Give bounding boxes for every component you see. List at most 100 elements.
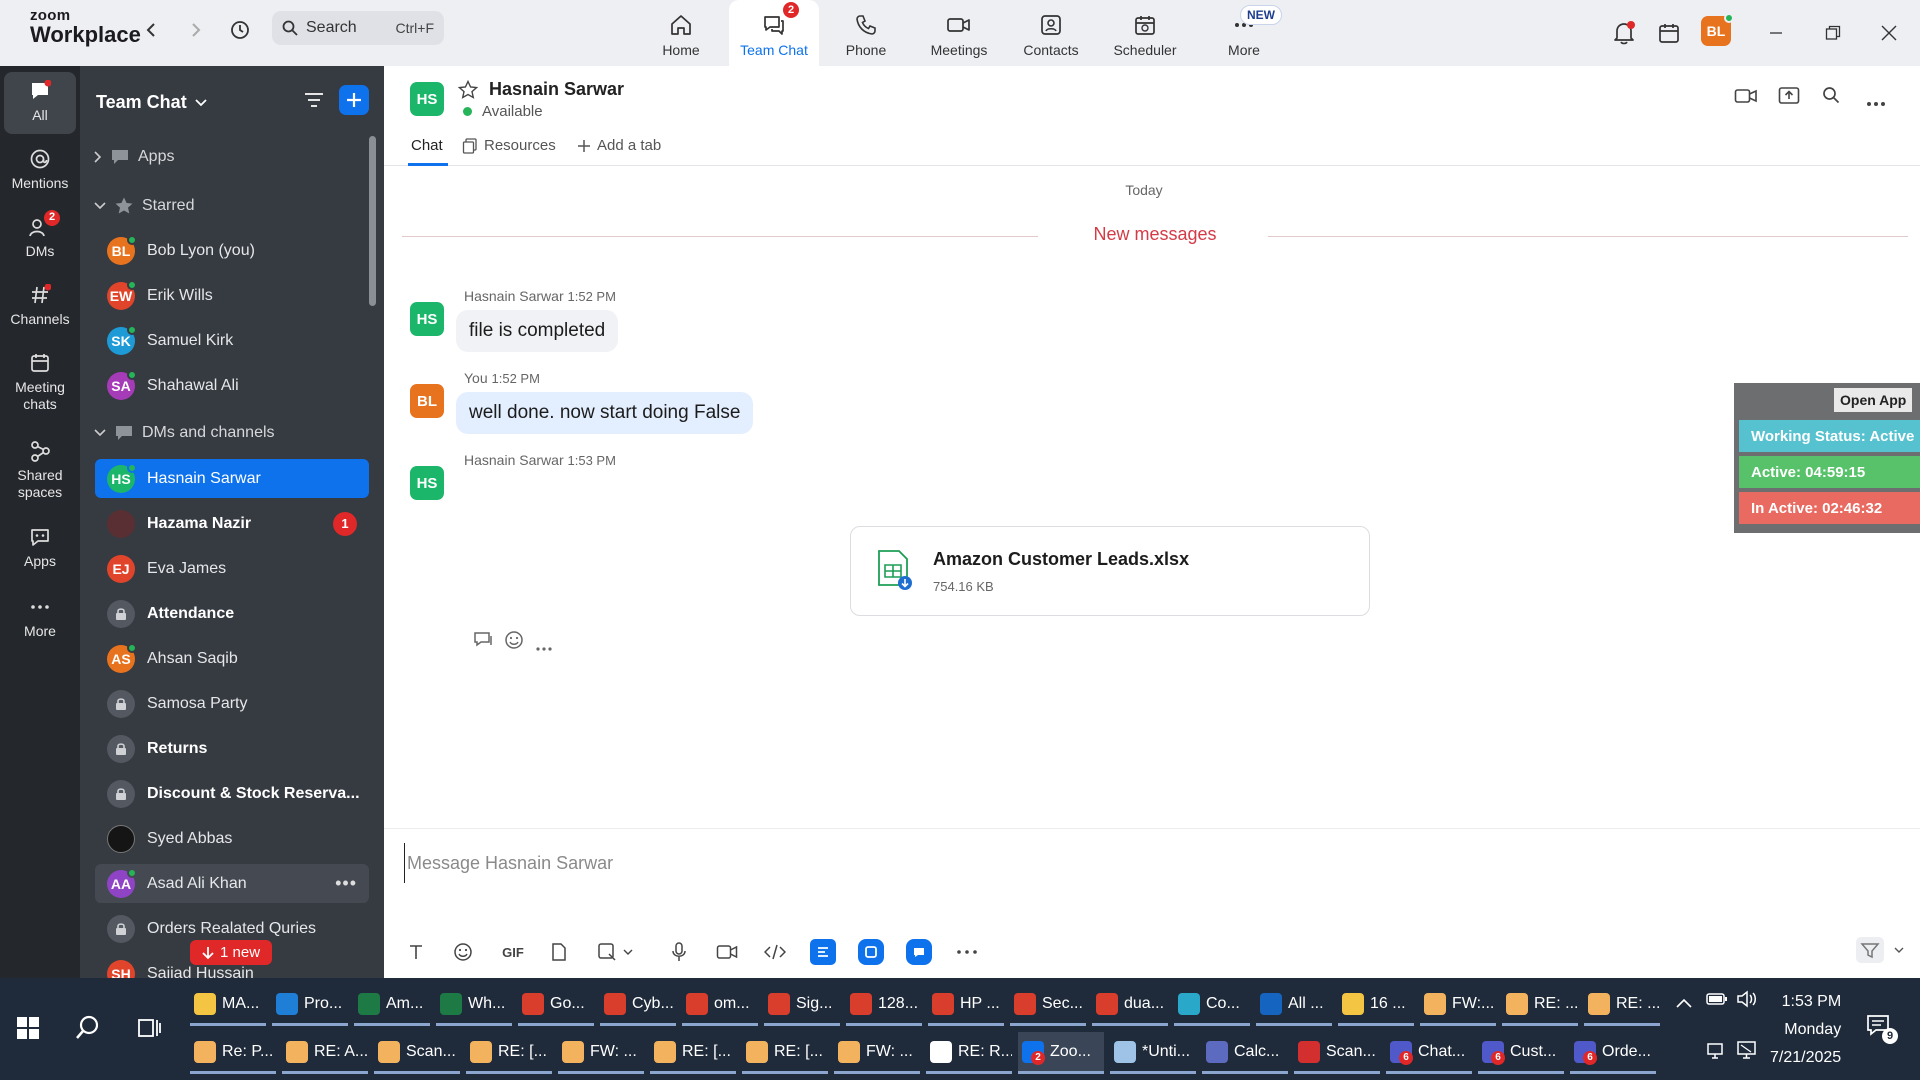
section-apps[interactable]: Apps <box>94 148 174 166</box>
video-message-icon[interactable] <box>714 939 740 965</box>
peer-avatar[interactable]: HS <box>410 82 444 116</box>
dm-item[interactable]: EJ Eva James <box>95 549 369 588</box>
screenshot-icon[interactable] <box>594 939 620 965</box>
peer-name[interactable]: Hasnain Sarwar <box>489 79 624 100</box>
taskbar-app-button[interactable]: RE: ... <box>1502 984 1578 1026</box>
app-integration-icon[interactable] <box>906 939 932 965</box>
taskbar-app-button[interactable]: 16 ... <box>1338 984 1414 1026</box>
taskbar-app-button[interactable]: Scan... <box>1294 1032 1380 1074</box>
calendar-icon[interactable] <box>1652 16 1686 50</box>
share-screen-icon[interactable] <box>1778 86 1800 111</box>
dm-item[interactable]: AA Asad Ali Khan ••• <box>95 864 369 903</box>
starred-item[interactable]: SA Shahawal Ali <box>95 366 369 405</box>
notification-center-icon[interactable]: 9 <box>1866 1014 1898 1044</box>
taskbar-app-button[interactable]: RE: R... <box>926 1032 1012 1074</box>
channel-item[interactable]: Samosa Party <box>95 684 369 723</box>
chevron-down-icon[interactable] <box>620 939 636 965</box>
system-clock[interactable]: 1:53 PM Monday 7/21/2025 <box>1770 988 1841 1072</box>
search-icon[interactable] <box>1822 86 1840 109</box>
taskbar-app-button[interactable]: 6 Cust... <box>1478 1032 1564 1074</box>
file-name[interactable]: Amazon Customer Leads.xlsx <box>933 549 1189 570</box>
channel-item[interactable]: Returns <box>95 729 369 768</box>
dm-item-hasnain-sarwar[interactable]: HS Hasnain Sarwar <box>95 459 369 498</box>
emoji-reaction-icon[interactable] <box>504 630 524 655</box>
tab-chat[interactable]: Chat <box>411 137 443 154</box>
taskbar-app-button[interactable]: RE: ... <box>1584 984 1660 1026</box>
taskbar-app-button[interactable]: Scan... <box>374 1032 460 1074</box>
taskbar-app-button[interactable]: RE: [... <box>466 1032 552 1074</box>
search-box[interactable]: Search Ctrl+F <box>272 11 444 45</box>
back-arrow-icon[interactable] <box>139 18 163 42</box>
display-icon[interactable] <box>1736 1040 1758 1065</box>
item-more-icon[interactable]: ••• <box>335 873 357 894</box>
task-view-icon[interactable] <box>136 1016 162 1045</box>
send-button[interactable] <box>1856 937 1904 963</box>
taskbar-app-button[interactable]: FW: ... <box>834 1032 920 1074</box>
taskbar-app-button[interactable]: 6 Orde... <box>1570 1032 1656 1074</box>
taskbar-app-button[interactable]: 128... <box>846 984 922 1026</box>
reply-icon[interactable] <box>473 630 493 653</box>
message-more-icon[interactable] <box>536 638 552 656</box>
search-icon[interactable] <box>74 1014 102 1047</box>
volume-icon[interactable] <box>1736 990 1758 1013</box>
microphone-icon[interactable] <box>666 939 692 965</box>
dm-item[interactable]: AS Ahsan Saqib <box>95 639 369 678</box>
taskbar-app-button[interactable]: Sec... <box>1010 984 1086 1026</box>
starred-item[interactable]: BL Bob Lyon (you) <box>95 231 369 270</box>
notifications-bell-icon[interactable] <box>1607 16 1641 50</box>
more-tools-icon[interactable] <box>954 939 980 965</box>
taskbar-app-button[interactable]: RE: A... <box>282 1032 368 1074</box>
restore-icon[interactable] <box>1816 16 1850 50</box>
filter-icon[interactable] <box>302 88 326 117</box>
taskbar-app-button[interactable]: dua... <box>1092 984 1168 1026</box>
rail-apps[interactable]: Apps <box>4 526 76 570</box>
forward-arrow-icon[interactable] <box>184 18 208 42</box>
taskbar-app-button[interactable]: Sig... <box>764 984 840 1026</box>
tab-resources[interactable]: Resources <box>462 137 556 154</box>
user-avatar[interactable]: BL <box>1701 13 1734 46</box>
more-options-icon[interactable] <box>1866 94 1886 112</box>
network-icon[interactable] <box>1706 1042 1728 1065</box>
taskbar-app-button[interactable]: Co... <box>1174 984 1250 1026</box>
taskbar-app-button[interactable]: FW: ... <box>558 1032 644 1074</box>
rail-meeting-chats[interactable]: Meeting chats <box>4 352 76 413</box>
starred-item[interactable]: EW Erik Wills <box>95 276 369 315</box>
dm-item-hazama-nazir[interactable]: Hazama Nazir 1 <box>95 504 369 543</box>
taskbar-app-button[interactable]: Wh... <box>436 984 512 1026</box>
add-tab-button[interactable]: Add a tab <box>577 137 661 154</box>
chevron-up-icon[interactable] <box>1676 992 1692 1013</box>
gif-button[interactable]: GIF <box>496 939 530 965</box>
dm-item[interactable]: Syed Abbas <box>95 819 369 858</box>
taskbar-app-button[interactable]: RE: [... <box>742 1032 828 1074</box>
rail-all[interactable]: All <box>4 72 76 134</box>
taskbar-app-button[interactable]: Pro... <box>272 984 348 1026</box>
open-app-button[interactable]: Open App <box>1834 388 1913 412</box>
taskbar-app-button[interactable]: Cyb... <box>600 984 676 1026</box>
windows-start-icon[interactable] <box>16 1016 40 1045</box>
message-bubble[interactable]: well done. now start doing False <box>456 392 754 434</box>
taskbar-app-button[interactable]: Calc... <box>1202 1032 1288 1074</box>
sidebar-title[interactable]: Team Chat <box>96 92 207 113</box>
taskbar-app-button[interactable]: *Unti... <box>1110 1032 1196 1074</box>
taskbar-app-button[interactable]: FW:... <box>1420 984 1496 1026</box>
section-dms-channels[interactable]: DMs and channels <box>94 424 275 442</box>
emoji-icon[interactable] <box>450 939 476 965</box>
tab-phone[interactable]: Phone <box>838 0 894 66</box>
message-input[interactable] <box>404 843 1884 883</box>
code-snippet-icon[interactable] <box>762 939 788 965</box>
file-attachment-card[interactable]: Amazon Customer Leads.xlsx 754.16 KB <box>850 526 1370 616</box>
video-call-icon[interactable] <box>1734 86 1758 111</box>
taskbar-app-button[interactable]: om... <box>682 984 758 1026</box>
tab-meetings[interactable]: Meetings <box>923 0 995 66</box>
rail-shared-spaces[interactable]: Shared spaces <box>4 440 76 501</box>
taskbar-app-button[interactable]: Re: P... <box>190 1032 276 1074</box>
tab-home[interactable]: Home <box>650 0 712 66</box>
text-format-icon[interactable] <box>403 939 429 965</box>
new-messages-pill[interactable]: 1 new <box>190 940 273 965</box>
taskbar-app-button[interactable]: Go... <box>518 984 594 1026</box>
rail-more[interactable]: More <box>4 596 76 640</box>
rail-mentions[interactable]: Mentions <box>4 148 76 192</box>
close-icon[interactable] <box>1872 16 1906 50</box>
taskbar-app-button[interactable]: All ... <box>1256 984 1332 1026</box>
star-icon[interactable] <box>457 79 479 105</box>
